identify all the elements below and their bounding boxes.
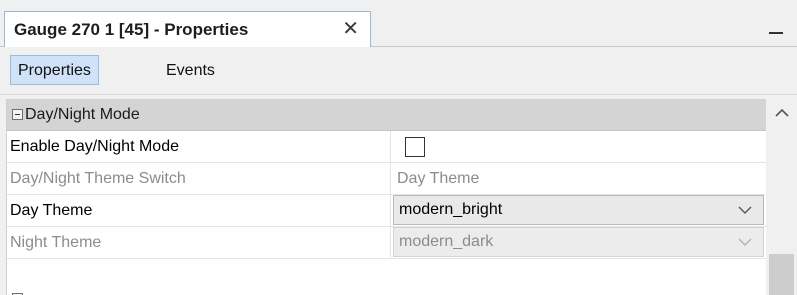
property-row-day-theme[interactable]: Day Theme modern_bright [7,195,766,227]
enable-day-night-checkbox[interactable] [405,137,425,157]
property-grid: Day/Night Mode Enable Day/Night Mode Day… [6,99,766,295]
property-row-night-theme[interactable]: Night Theme modern_dark [7,227,766,259]
chevron-down-icon[interactable] [738,205,752,215]
property-name: Day/Night Theme Switch [10,170,186,187]
property-value-cell: Day Theme [390,163,766,195]
chevron-up-icon[interactable] [775,108,789,118]
property-name: Day Theme [10,202,93,219]
property-row-enable-day-night-mode[interactable]: Enable Day/Night Mode [7,131,766,163]
night-theme-dropdown: modern_dark [393,227,764,257]
tab-title: Gauge 270 1 [45] - Properties [14,19,249,39]
collapse-icon[interactable] [12,109,23,120]
property-name: Enable Day/Night Mode [10,138,179,155]
properties-document-tab[interactable]: Gauge 270 1 [45] - Properties ✕ [4,11,371,47]
document-tab-strip: Gauge 270 1 [45] - Properties ✕ [0,0,797,47]
property-value-cell: modern_bright [390,195,766,227]
dropdown-value: modern_bright [399,201,503,218]
property-value-cell [390,131,766,163]
day-theme-dropdown[interactable]: modern_bright [393,195,764,225]
close-icon[interactable]: ✕ [342,17,359,41]
property-row-day-night-theme-switch[interactable]: Day/Night Theme Switch Day Theme [7,163,766,195]
dropdown-value: modern_dark [399,233,494,250]
minimize-icon[interactable] [769,22,783,38]
tab-properties[interactable]: Properties [10,55,99,85]
scrollbar-thumb[interactable] [769,254,794,295]
panel-tabs: Properties Events [0,47,797,95]
property-name: Night Theme [10,234,102,251]
tab-events[interactable]: Events [158,55,223,85]
category-label: Day/Night Mode [25,106,140,123]
chevron-down-icon [738,238,752,246]
vertical-scrollbar[interactable] [766,99,797,295]
property-value-cell: modern_dark [390,227,766,259]
category-day-night-mode[interactable]: Day/Night Mode [7,99,766,131]
property-value: Day Theme [397,170,480,187]
next-category-row-partial [7,291,766,295]
